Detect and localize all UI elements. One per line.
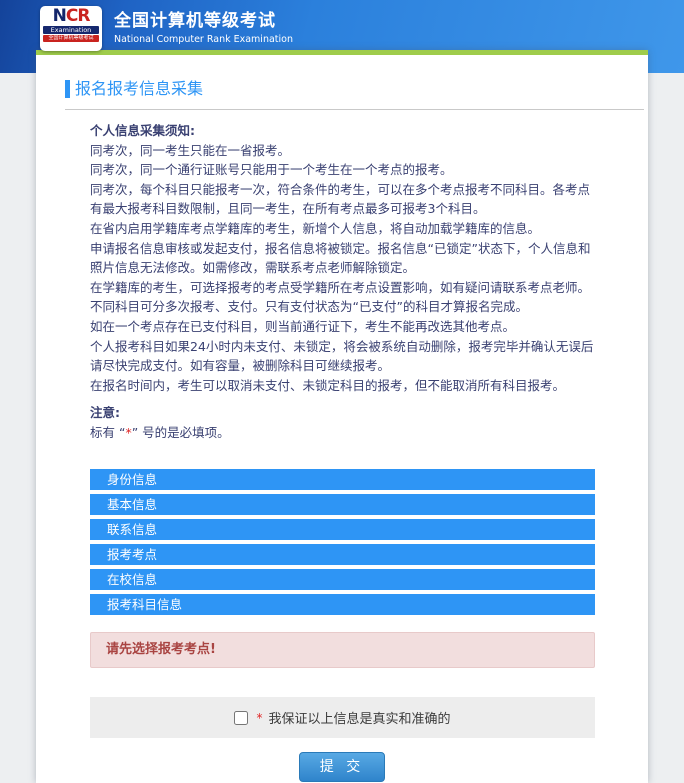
notice-note-heading: 注意: xyxy=(90,403,595,423)
notice-line: 个人报考科目如果24小时内未支付、未锁定，将会被系统自动删除，报考完毕并确认无误… xyxy=(90,337,595,376)
confirm-bar: * 我保证以上信息是真实和准确的 xyxy=(90,697,595,738)
section-header-basic[interactable]: 基本信息 xyxy=(90,494,595,515)
site-subtitle: National Computer Rank Examination xyxy=(114,33,293,46)
error-alert: 请先选择报考考点! xyxy=(90,632,595,668)
notice-line: 申请报名信息审核或发起支付，报名信息将被锁定。报名信息“已锁定”状态下，个人信息… xyxy=(90,239,595,278)
page-title-row: 报名报考信息采集 xyxy=(65,80,644,110)
confirm-label: 我保证以上信息是真实和准确的 xyxy=(268,708,450,727)
ncre-logo: NCR Examination 全国计算机等级考试 xyxy=(40,6,102,51)
notice-line: 如在一个考点存在已支付科目，则当前通行证下，考生不能再改选其他考点。 xyxy=(90,317,595,337)
notice-required-line: 标有 “*” 号的是必填项。 xyxy=(90,423,595,443)
required-prefix: 标有 “ xyxy=(90,425,125,440)
section-header-identity[interactable]: 身份信息 xyxy=(90,469,595,490)
section-header-school[interactable]: 在校信息 xyxy=(90,569,595,590)
notice-line: 在报名时间内，考生可以取消未支付、未锁定科目的报考，但不能取消所有科目报考。 xyxy=(90,376,595,396)
section-header-contact[interactable]: 联系信息 xyxy=(90,519,595,540)
site-header: NCR Examination 全国计算机等级考试 全国计算机等级考试 Nati… xyxy=(40,6,293,51)
notice-line: 在省内启用学籍库考点学籍库的考生，新增个人信息，将自动加载学籍库的信息。 xyxy=(90,219,595,239)
notice-line: 同考次，同一考生只能在一省报考。 xyxy=(90,141,595,161)
section-header-exam-site[interactable]: 报考考点 xyxy=(90,544,595,565)
section-header-subjects[interactable]: 报考科目信息 xyxy=(90,594,595,615)
notice-block: 个人信息采集须知: 同考次，同一考生只能在一省报考。 同考次，同一个通行证账号只… xyxy=(90,121,595,443)
notice-line: 同考次，每个科目只能报考一次，符合条件的考生，可以在多个考点报考不同科目。各考点… xyxy=(90,180,595,219)
notice-line: 不同科目可分多次报考、支付。只有支付状态为“已支付”的科目才算报名完成。 xyxy=(90,297,595,317)
content-panel: 报名报考信息采集 个人信息采集须知: 同考次，同一考生只能在一省报考。 同考次，… xyxy=(36,50,648,783)
ncre-logo-examination: Examination xyxy=(43,26,99,34)
confirm-required-star: * xyxy=(256,711,262,725)
required-suffix: ” 号的是必填项。 xyxy=(132,425,230,440)
site-title: 全国计算机等级考试 xyxy=(114,11,293,31)
form-section-list: 身份信息 基本信息 联系信息 报考考点 在校信息 报考科目信息 xyxy=(90,469,595,619)
title-accent-bar xyxy=(65,80,70,98)
notice-line: 在学籍库的考生，可选择报考的考点受学籍所在考点设置影响，如有疑问请联系考点老师。 xyxy=(90,278,595,298)
confirm-checkbox[interactable] xyxy=(234,711,248,725)
ncre-logo-letters: NCR xyxy=(43,8,99,25)
notice-line: 同考次，同一个通行证账号只能用于一个考生在一个考点的报考。 xyxy=(90,160,595,180)
submit-button[interactable]: 提 交 xyxy=(299,752,385,782)
ncre-logo-tagline: 全国计算机等级考试 xyxy=(43,35,99,42)
notice-heading: 个人信息采集须知: xyxy=(90,121,595,141)
page-title: 报名报考信息采集 xyxy=(75,80,203,98)
